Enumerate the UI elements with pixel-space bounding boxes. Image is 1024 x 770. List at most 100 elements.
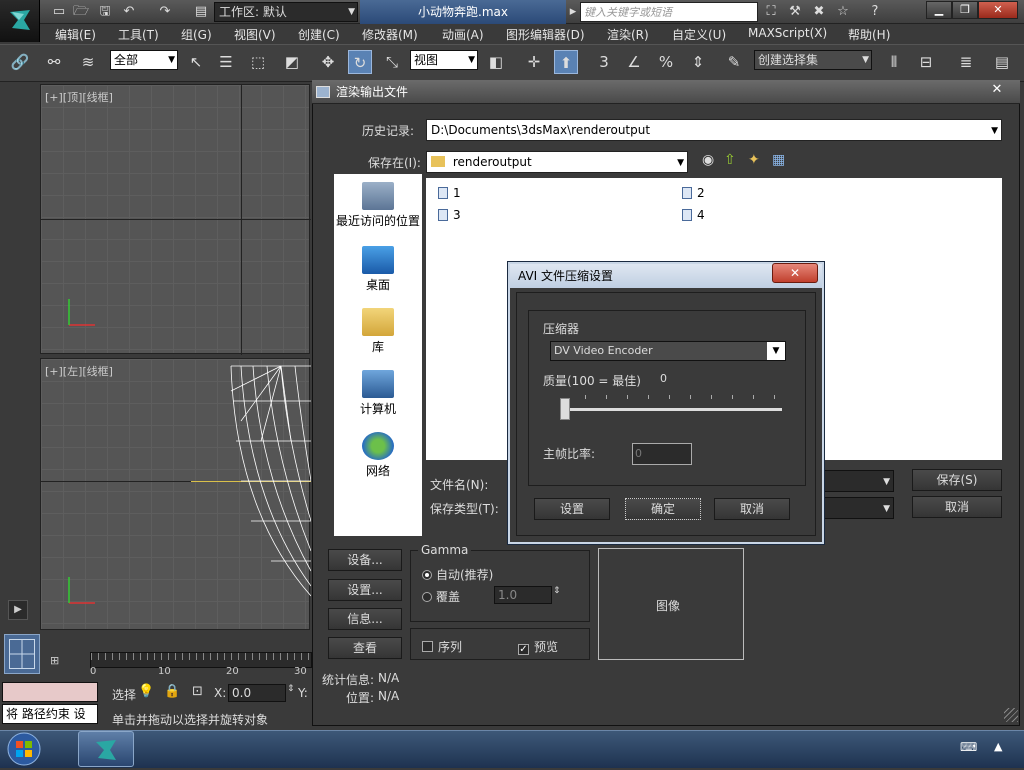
menu-customize[interactable]: 自定义(U) bbox=[672, 26, 726, 43]
save-in-dropdown[interactable]: renderoutput ▼ bbox=[426, 151, 688, 173]
open-file-icon[interactable]: 🗁 bbox=[72, 3, 90, 21]
viewport-left-label[interactable]: [+][左][线框] bbox=[45, 363, 113, 379]
close-button[interactable]: ✕ bbox=[978, 1, 1018, 19]
viewport-top[interactable]: [+][顶][线框] bbox=[40, 84, 311, 355]
maxscript-mini-listener[interactable]: 将 路径约束 设 bbox=[2, 704, 98, 724]
history-dropdown[interactable]: D:\Documents\3dsMax\renderoutput ▼ bbox=[426, 119, 1002, 141]
file-item-3[interactable]: 3 bbox=[438, 208, 461, 222]
info-button[interactable]: 信息... bbox=[328, 608, 402, 630]
gamma-override-radio[interactable]: 覆盖 bbox=[422, 588, 460, 605]
search-input[interactable]: 键入关键字或短语 bbox=[580, 2, 758, 22]
viewport-left[interactable]: [+][左][线框] bbox=[40, 358, 311, 630]
menu-group[interactable]: 组(G) bbox=[181, 26, 212, 43]
file-item-2[interactable]: 2 bbox=[682, 186, 705, 200]
menu-create[interactable]: 创建(C) bbox=[298, 26, 340, 43]
selection-filter-dropdown[interactable]: 全部 ▼ bbox=[110, 50, 178, 70]
menu-rendering[interactable]: 渲染(R) bbox=[607, 26, 649, 43]
view-menu-icon[interactable]: ▦ bbox=[772, 152, 785, 168]
menu-edit[interactable]: 编辑(E) bbox=[55, 26, 96, 43]
menu-help[interactable]: 帮助(H) bbox=[848, 26, 890, 43]
keyboard-shortcut-override-icon[interactable]: ⬆ bbox=[554, 50, 578, 74]
absolute-mode-icon[interactable]: ⊡ bbox=[192, 684, 203, 699]
viewport-expand-icon[interactable]: ▶ bbox=[8, 600, 28, 620]
avi-ok-button[interactable]: 确定 bbox=[625, 498, 701, 520]
setup-button[interactable]: 设置... bbox=[328, 579, 402, 601]
tray-arrow-icon[interactable]: ▲ bbox=[994, 740, 1002, 753]
minimize-button[interactable]: ▁ bbox=[926, 1, 952, 19]
keyboard-icon[interactable]: ⌨ bbox=[960, 740, 977, 754]
save-button[interactable]: 保存(S) bbox=[912, 469, 1002, 491]
unlink-icon[interactable]: ⚯ bbox=[42, 50, 66, 74]
cancel-button[interactable]: 取消 bbox=[912, 496, 1002, 518]
menu-maxscript[interactable]: MAXScript(X) bbox=[748, 26, 827, 40]
place-network[interactable]: 网络 bbox=[334, 432, 422, 479]
subscription-icon[interactable]: ⚒ bbox=[786, 3, 804, 21]
select-by-name-icon[interactable]: ☰ bbox=[214, 50, 238, 74]
select-manipulate-icon[interactable]: ✛ bbox=[522, 50, 546, 74]
communication-icon[interactable]: ✖ bbox=[810, 3, 828, 21]
x-coord-spinner-icon[interactable]: ⇕ bbox=[287, 684, 295, 694]
x-coord-field[interactable]: 0.0 bbox=[228, 684, 286, 702]
menu-views[interactable]: 视图(V) bbox=[234, 26, 276, 43]
up-folder-icon[interactable]: ⇧ bbox=[724, 152, 736, 168]
reference-coordinate-dropdown[interactable]: 视图 ▼ bbox=[410, 50, 478, 70]
gamma-spinner-icon[interactable]: ⇕ bbox=[553, 586, 561, 596]
select-rotate-icon[interactable]: ↻ bbox=[348, 50, 372, 74]
redo-icon[interactable]: ↷ bbox=[156, 3, 174, 21]
filename-input[interactable]: ▼ bbox=[824, 470, 894, 492]
bind-spacewarp-icon[interactable]: ≋ bbox=[76, 50, 100, 74]
menu-animation[interactable]: 动画(A) bbox=[442, 26, 484, 43]
view-button[interactable]: 查看 bbox=[328, 637, 402, 659]
mirror-icon[interactable]: ⫴ bbox=[882, 50, 906, 74]
avi-cancel-button[interactable]: 取消 bbox=[714, 498, 790, 520]
project-folder-icon[interactable]: ▤ bbox=[192, 3, 210, 21]
link-icon[interactable]: 🔗 bbox=[8, 50, 32, 74]
place-recent[interactable]: 最近访问的位置 bbox=[334, 182, 422, 229]
lock-icon[interactable]: 🔒 bbox=[164, 684, 180, 699]
percent-snap-icon[interactable]: % bbox=[654, 50, 678, 74]
new-file-icon[interactable]: ▭ bbox=[50, 3, 68, 21]
taskbar-3dsmax[interactable] bbox=[78, 731, 134, 767]
isolate-icon[interactable]: 💡 bbox=[138, 684, 154, 699]
quality-slider-track[interactable] bbox=[566, 408, 782, 411]
gamma-value-field[interactable]: 1.0 bbox=[494, 586, 552, 604]
mini-curve-editor-icon[interactable]: ⊞ bbox=[50, 654, 72, 668]
align-icon[interactable]: ⊟ bbox=[914, 50, 938, 74]
quality-slider-thumb[interactable] bbox=[560, 398, 570, 420]
place-desktop[interactable]: 桌面 bbox=[334, 246, 422, 293]
favorites-star-icon[interactable]: ☆ bbox=[834, 3, 852, 21]
place-library[interactable]: 库 bbox=[334, 308, 422, 355]
preview-checkbox[interactable]: ✓ 预览 bbox=[518, 638, 558, 655]
viewport-layout-icon[interactable] bbox=[4, 634, 40, 674]
menu-tools[interactable]: 工具(T) bbox=[118, 26, 159, 43]
sequence-checkbox[interactable]: 序列 bbox=[422, 638, 462, 655]
avi-close-button[interactable]: ✕ bbox=[772, 263, 818, 283]
select-move-icon[interactable]: ✥ bbox=[316, 50, 340, 74]
named-selection-set-dropdown[interactable]: 创建选择集 ▼ bbox=[754, 50, 872, 70]
edit-named-selection-icon[interactable]: ✎ bbox=[722, 50, 746, 74]
select-object-icon[interactable]: ↖ bbox=[184, 50, 208, 74]
start-button[interactable] bbox=[4, 731, 44, 767]
resize-grip-icon[interactable] bbox=[1004, 708, 1018, 722]
snaps-toggle-icon[interactable]: 3 bbox=[592, 50, 616, 74]
layer-manager-icon[interactable]: ≣ bbox=[954, 50, 978, 74]
keyframe-rate-field[interactable]: 0 bbox=[632, 443, 692, 465]
new-folder-icon[interactable]: ✦ bbox=[748, 152, 760, 168]
binoculars-icon[interactable]: ⛶ bbox=[762, 3, 780, 21]
help-icon[interactable]: ? bbox=[866, 3, 884, 21]
maxscript-listener-pink[interactable] bbox=[2, 682, 98, 702]
menu-modifiers[interactable]: 修改器(M) bbox=[362, 26, 418, 43]
viewport-top-label[interactable]: [+][顶][线框] bbox=[45, 89, 113, 105]
track-bar[interactable] bbox=[90, 652, 312, 668]
undo-icon[interactable]: ↶ bbox=[120, 3, 138, 21]
rectangular-selection-icon[interactable]: ⬚ bbox=[246, 50, 270, 74]
devices-button[interactable]: 设备... bbox=[328, 549, 402, 571]
select-scale-icon[interactable]: ⤡ bbox=[380, 50, 404, 74]
gamma-auto-radio[interactable]: 自动(推荐) bbox=[422, 566, 493, 583]
pivot-center-icon[interactable]: ◧ bbox=[484, 50, 508, 74]
back-icon[interactable]: ◉ bbox=[702, 152, 714, 168]
spinner-snap-icon[interactable]: ⇕ bbox=[686, 50, 710, 74]
workspace-selector[interactable]: 工作区: 默认 ▼ bbox=[214, 2, 358, 22]
place-computer[interactable]: 计算机 bbox=[334, 370, 422, 417]
render-dialog-close-button[interactable]: ✕ bbox=[982, 82, 1012, 98]
